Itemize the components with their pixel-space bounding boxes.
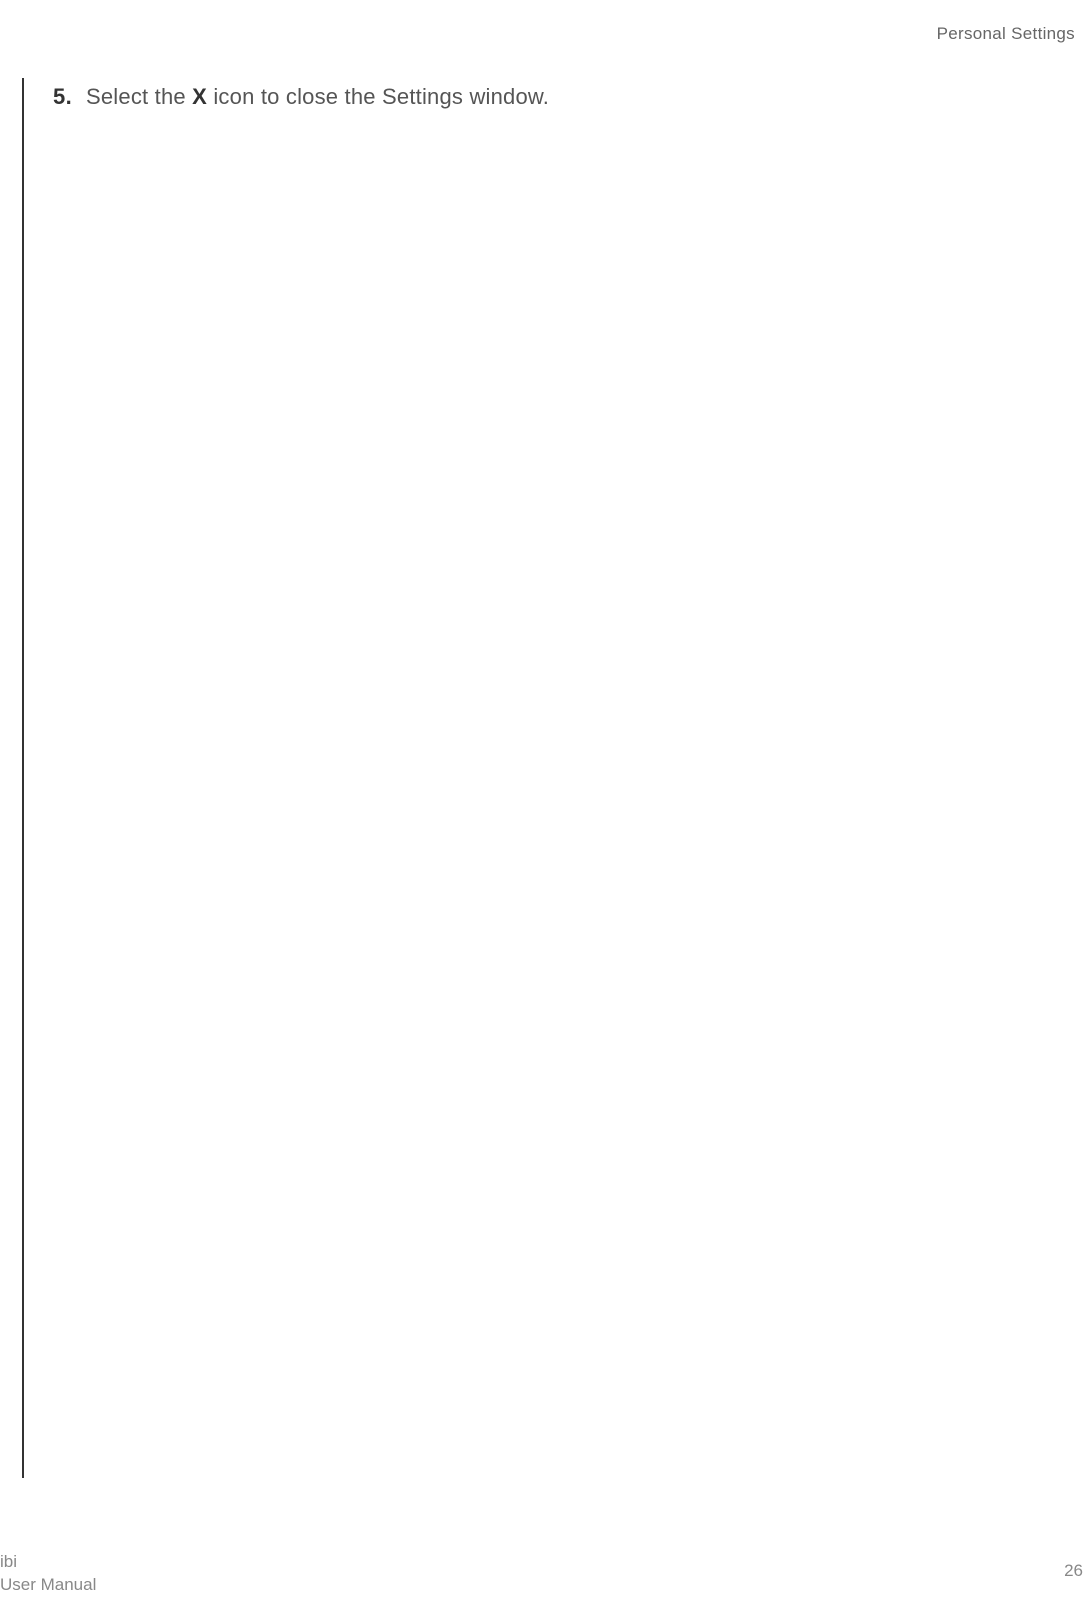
header-section-title: Personal Settings	[937, 24, 1075, 44]
footer-doc-title: User Manual	[0, 1574, 96, 1597]
footer-left: ibi User Manual	[0, 1551, 96, 1597]
footer-product: ibi	[0, 1551, 96, 1574]
step-row: 5. Select the X icon to close the Settin…	[50, 82, 1062, 113]
footer-page-number: 26	[1064, 1561, 1083, 1581]
step-number: 5.	[50, 84, 72, 110]
close-x-icon-label: X	[192, 84, 207, 109]
step-text: Select the X icon to close the Settings …	[86, 82, 549, 113]
step-text-after: icon to close the Settings window.	[207, 84, 549, 109]
content-block: 5. Select the X icon to close the Settin…	[22, 78, 1062, 1478]
step-text-before: Select the	[86, 84, 192, 109]
